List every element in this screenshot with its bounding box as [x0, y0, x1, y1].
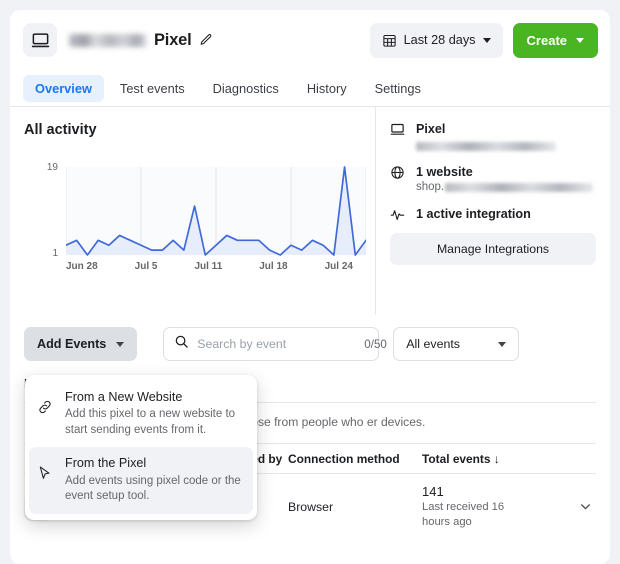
header: Pixel Last 28 days [10, 10, 610, 70]
tab-history[interactable]: History [295, 75, 359, 102]
calendar-icon [382, 33, 397, 48]
website-count-label: 1 website [416, 164, 596, 181]
account-name-redacted [69, 34, 147, 47]
menu-item-title: From a New Website [65, 389, 245, 405]
tab-bar: Overview Test events Diagnostics History… [10, 70, 610, 107]
pixel-info-panel: Pixel 1 website shop. [375, 107, 610, 315]
create-button[interactable]: Create [513, 23, 598, 58]
menu-item-description: Add events using pixel code or the event… [65, 474, 245, 505]
add-events-button[interactable]: Add Events [24, 327, 137, 361]
activity-panel: All activity 19 1 Jun 28 Jul 5 Jul 11 Ju… [10, 107, 375, 315]
x-tick-1: Jul 5 [135, 261, 158, 272]
integration-info-row: 1 active integration [390, 206, 596, 223]
total-events-value: 141 [422, 484, 574, 499]
event-filter-select[interactable]: All events [393, 327, 519, 361]
manage-integrations-button[interactable]: Manage Integrations [390, 233, 596, 265]
globe-icon [390, 164, 406, 193]
events-toolbar: Add Events 0/50 All events [10, 315, 610, 361]
search-icon [174, 334, 189, 354]
x-tick-4: Jul 24 [325, 261, 353, 272]
add-events-dropdown-menu: From a New Website Add this pixel to a n… [25, 375, 257, 520]
tab-overview[interactable]: Overview [23, 75, 104, 102]
date-range-selector[interactable]: Last 28 days [370, 23, 503, 58]
date-range-label: Last 28 days [404, 33, 476, 47]
chevron-down-icon [483, 38, 491, 43]
search-input-wrapper[interactable]: 0/50 [163, 327, 379, 361]
monitor-icon [390, 121, 406, 151]
col-total-events[interactable]: Total events ↓ [422, 452, 596, 466]
pulse-icon [390, 206, 406, 223]
cell-total-events: 141 Last received 16 hours ago [422, 484, 574, 529]
menu-item-description: Add this pixel to a new website to start… [65, 407, 245, 438]
pixel-id-redacted [416, 142, 556, 151]
sort-arrow-icon: ↓ [494, 452, 500, 466]
create-button-label: Create [527, 33, 567, 48]
pencil-icon[interactable] [199, 33, 213, 47]
total-events-subtext: Last received 16 hours ago [422, 500, 534, 529]
menu-item-from-the-pixel[interactable]: From the Pixel Add events using pixel co… [29, 447, 253, 513]
chevron-down-icon [498, 342, 506, 347]
search-counter: 0/50 [364, 338, 387, 351]
pixel-info-row: Pixel [390, 121, 596, 151]
website-url: shop. [416, 181, 596, 193]
chevron-down-icon [576, 38, 584, 43]
y-axis-tick-max: 19 [24, 162, 58, 173]
search-input[interactable] [197, 337, 356, 351]
chevron-down-icon[interactable] [574, 500, 596, 513]
overview-split: All activity 19 1 Jun 28 Jul 5 Jul 11 Ju… [10, 107, 610, 315]
tab-settings[interactable]: Settings [363, 75, 433, 102]
cursor-icon [37, 455, 56, 504]
header-actions: Last 28 days Create [370, 23, 598, 58]
chart-plot [66, 155, 366, 260]
menu-item-title: From the Pixel [65, 455, 245, 471]
website-url-redacted [445, 183, 593, 192]
x-tick-0: Jun 28 [66, 261, 98, 272]
pixel-label: Pixel [416, 121, 596, 138]
app-window: Pixel Last 28 days [10, 10, 610, 564]
all-activity-title: All activity [24, 122, 361, 138]
col-total-events-label: Total events [422, 452, 491, 466]
event-filter-label: All events [406, 337, 460, 351]
tab-diagnostics[interactable]: Diagnostics [201, 75, 291, 102]
y-axis-tick-min: 1 [24, 248, 58, 259]
integration-label: 1 active integration [416, 206, 531, 223]
add-events-label: Add Events [37, 337, 106, 351]
chevron-down-icon [116, 342, 124, 347]
activity-chart: 19 1 Jun 28 Jul 5 Jul 11 Jul 18 Jul 24 [24, 155, 361, 285]
tab-test-events[interactable]: Test events [108, 75, 197, 102]
x-tick-3: Jul 18 [259, 261, 287, 272]
link-icon [37, 389, 56, 438]
website-url-prefix: shop. [416, 181, 444, 193]
monitor-icon [23, 23, 57, 57]
menu-item-from-new-website[interactable]: From a New Website Add this pixel to a n… [29, 381, 253, 447]
cell-connection-method: Browser [288, 500, 422, 514]
col-connection-method[interactable]: Connection method [288, 452, 422, 466]
x-tick-2: Jul 11 [194, 261, 222, 272]
website-info-row: 1 website shop. [390, 164, 596, 193]
page-title: Pixel [154, 31, 192, 50]
x-axis-labels: Jun 28 Jul 5 Jul 11 Jul 18 Jul 24 [66, 261, 353, 272]
